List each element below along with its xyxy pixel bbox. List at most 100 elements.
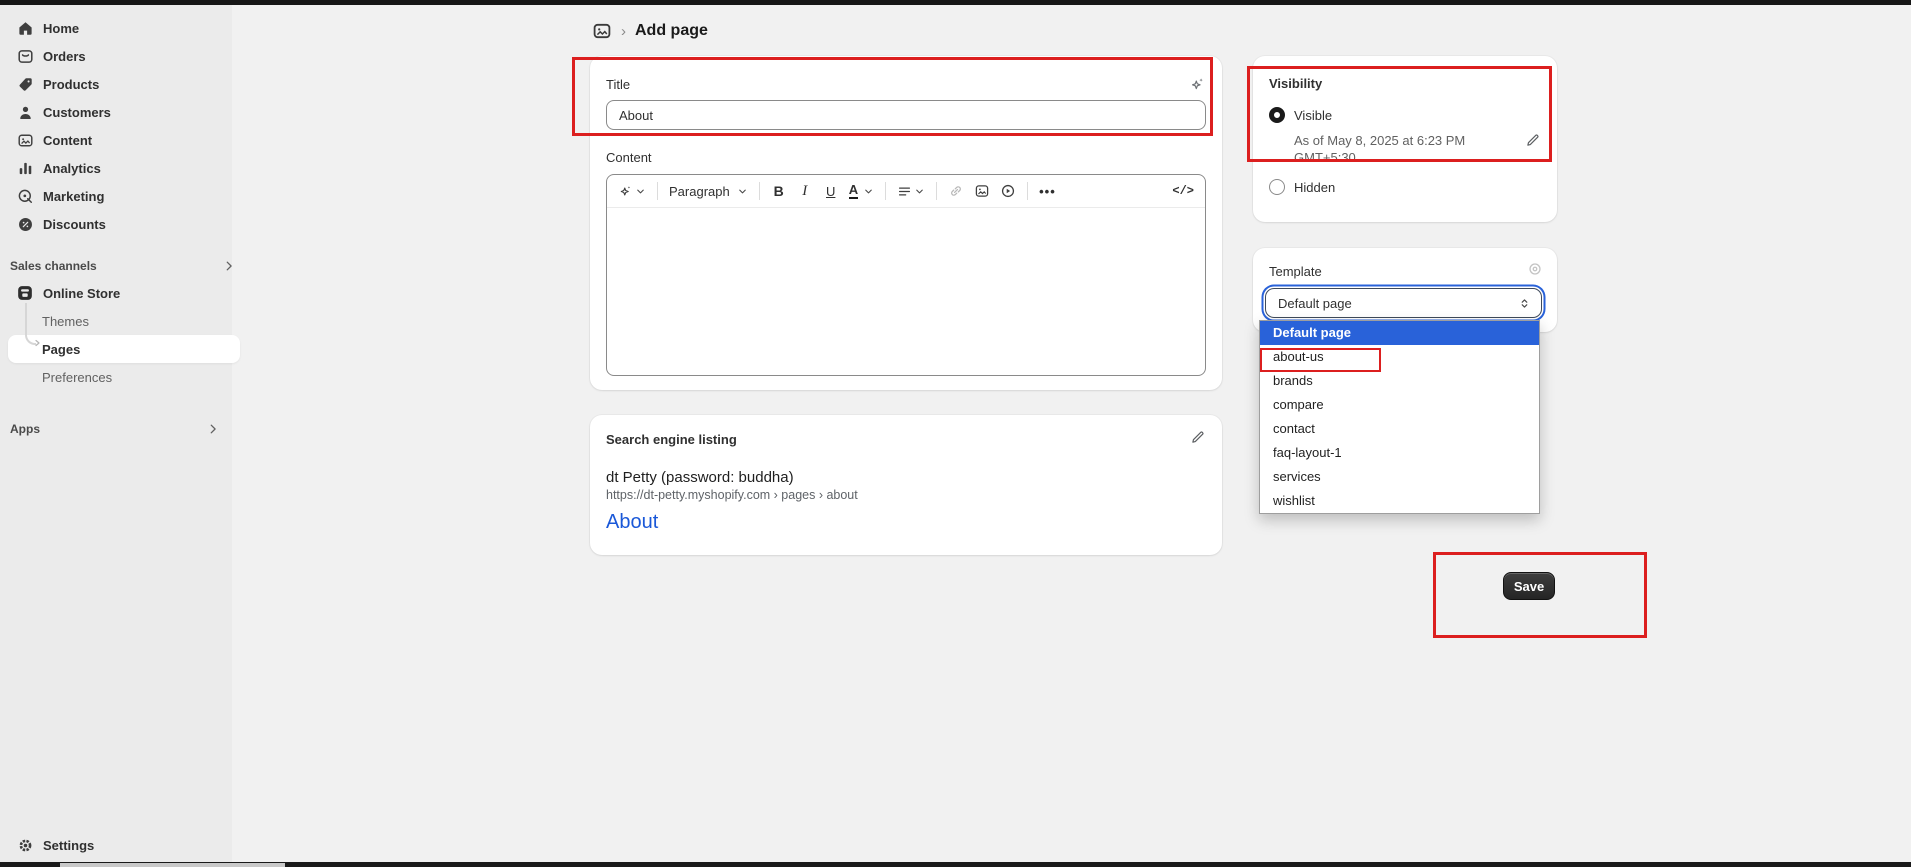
chevron-down-icon [737,186,748,197]
hidden-option-label: Hidden [1294,180,1335,195]
sales-channels-heading[interactable]: Sales channels [8,253,240,279]
pencil-icon[interactable] [1190,429,1206,445]
breadcrumb: › Add page [592,16,708,46]
chevron-right-icon[interactable] [206,422,220,436]
template-select[interactable]: Default page [1265,288,1542,318]
sidebar-item-orders[interactable]: Orders [8,42,224,70]
image-icon [974,183,990,199]
alignment-button[interactable] [894,178,928,204]
products-icon [16,75,34,93]
paragraph-style-dropdown[interactable]: Paragraph [666,178,751,204]
text-color-label: A [849,183,858,199]
content-editor-area[interactable] [607,208,1205,376]
dropdown-option-brands[interactable]: brands [1260,369,1539,393]
radio-unselected-icon[interactable] [1269,179,1285,195]
sidebar-item-discounts[interactable]: Discounts [8,210,224,238]
dropdown-option-about-us[interactable]: about-us [1260,345,1539,369]
save-button[interactable]: Save [1503,572,1555,600]
seo-preview-title-link[interactable]: About [606,511,658,534]
updown-stepper-icon [1518,297,1531,310]
toolbar-divider [657,182,658,200]
sidebar-item-settings[interactable]: Settings [8,831,224,859]
dropdown-option-default-page[interactable]: Default page [1260,321,1539,345]
sidebar-item-products[interactable]: Products [8,70,224,98]
page-title: Add page [635,22,708,40]
bold-button[interactable]: B [768,178,790,204]
ai-sparkle-button[interactable] [615,178,649,204]
dropdown-option-wishlist[interactable]: wishlist [1260,489,1539,513]
sidebar-item-label: Customers [43,105,111,120]
sidebar-item-content[interactable]: Content [8,126,224,154]
apps-heading-label: Apps [10,422,40,436]
title-field-label: Title [606,77,630,92]
radio-selected-icon[interactable] [1269,107,1285,123]
italic-button[interactable]: I [794,178,816,204]
chevron-down-icon [863,186,874,197]
link-button[interactable] [945,178,967,204]
nav-tree-arrowhead-icon [32,338,42,348]
insert-video-button[interactable] [997,178,1019,204]
visible-option-label: Visible [1294,108,1332,123]
apps-heading[interactable]: Apps [8,416,224,442]
sidebar-item-themes[interactable]: Themes [8,307,240,335]
link-icon [948,183,964,199]
sidebar-item-customers[interactable]: Customers [8,98,224,126]
sidebar-item-label: Discounts [43,217,106,232]
online-store-icon [16,284,34,302]
sidebar-item-analytics[interactable]: Analytics [8,154,224,182]
toolbar-divider [1027,182,1028,200]
underline-button[interactable]: U [820,178,842,204]
hidden-radio-option[interactable]: Hidden [1269,179,1335,195]
sparkle-icon[interactable] [1189,76,1206,93]
apps-section: Apps [8,416,224,442]
toolbar-divider [885,182,886,200]
template-dropdown-list: Default page about-us brands compare con… [1259,320,1540,514]
sidebar-item-marketing[interactable]: Marketing [8,182,224,210]
chevron-down-icon [914,186,925,197]
sidebar-item-pages[interactable]: Pages [8,335,240,363]
sales-channels-heading-label: Sales channels [10,259,97,273]
analytics-icon [16,159,34,177]
orders-icon [16,47,34,65]
dropdown-option-compare[interactable]: compare [1260,393,1539,417]
code-view-button[interactable]: </> [1169,178,1197,204]
sidebar-item-online-store[interactable]: Online Store [8,279,240,307]
top-window-edge [0,0,1911,5]
play-circle-icon [1000,183,1016,199]
marketing-icon [16,187,34,205]
breadcrumb-separator: › [621,24,626,39]
template-heading: Template [1269,264,1322,279]
customers-icon [16,103,34,121]
sidebar-item-label: Settings [43,838,94,853]
sidebar: Home Orders Products Customers Content A… [0,5,232,867]
toolbar-divider [936,182,937,200]
editor-toolbar: Paragraph B I U A [607,175,1205,208]
main-nav: Home Orders Products Customers Content A… [8,14,224,238]
content-icon [16,131,34,149]
search-engine-listing-card: Search engine listing dt Petty (password… [590,415,1222,555]
sidebar-item-label: Pages [42,342,80,357]
sidebar-item-label: Home [43,21,79,36]
sidebar-item-preferences[interactable]: Preferences [8,363,240,391]
dropdown-option-contact[interactable]: contact [1260,417,1539,441]
visibility-card: Visibility Visible As of May 8, 2025 at … [1253,56,1557,222]
eye-icon[interactable] [1527,261,1543,277]
content-field-label: Content [606,150,652,165]
pencil-icon[interactable] [1525,132,1541,148]
insert-image-button[interactable] [971,178,993,204]
dropdown-option-services[interactable]: services [1260,465,1539,489]
chevron-right-icon[interactable] [222,259,236,273]
text-color-button[interactable]: A [846,178,877,204]
more-options-button[interactable]: ••• [1036,178,1059,204]
sidebar-item-label: Content [43,133,92,148]
sidebar-item-label: Themes [42,314,89,329]
visible-radio-option[interactable]: Visible [1269,107,1332,123]
page-icon[interactable] [592,21,612,41]
title-input[interactable] [606,100,1206,130]
chevron-down-icon [635,186,646,197]
sidebar-item-label: Orders [43,49,86,64]
sidebar-item-home[interactable]: Home [8,14,224,42]
toolbar-divider [759,182,760,200]
dropdown-option-faq-layout-1[interactable]: faq-layout-1 [1260,441,1539,465]
align-left-icon [897,184,912,199]
